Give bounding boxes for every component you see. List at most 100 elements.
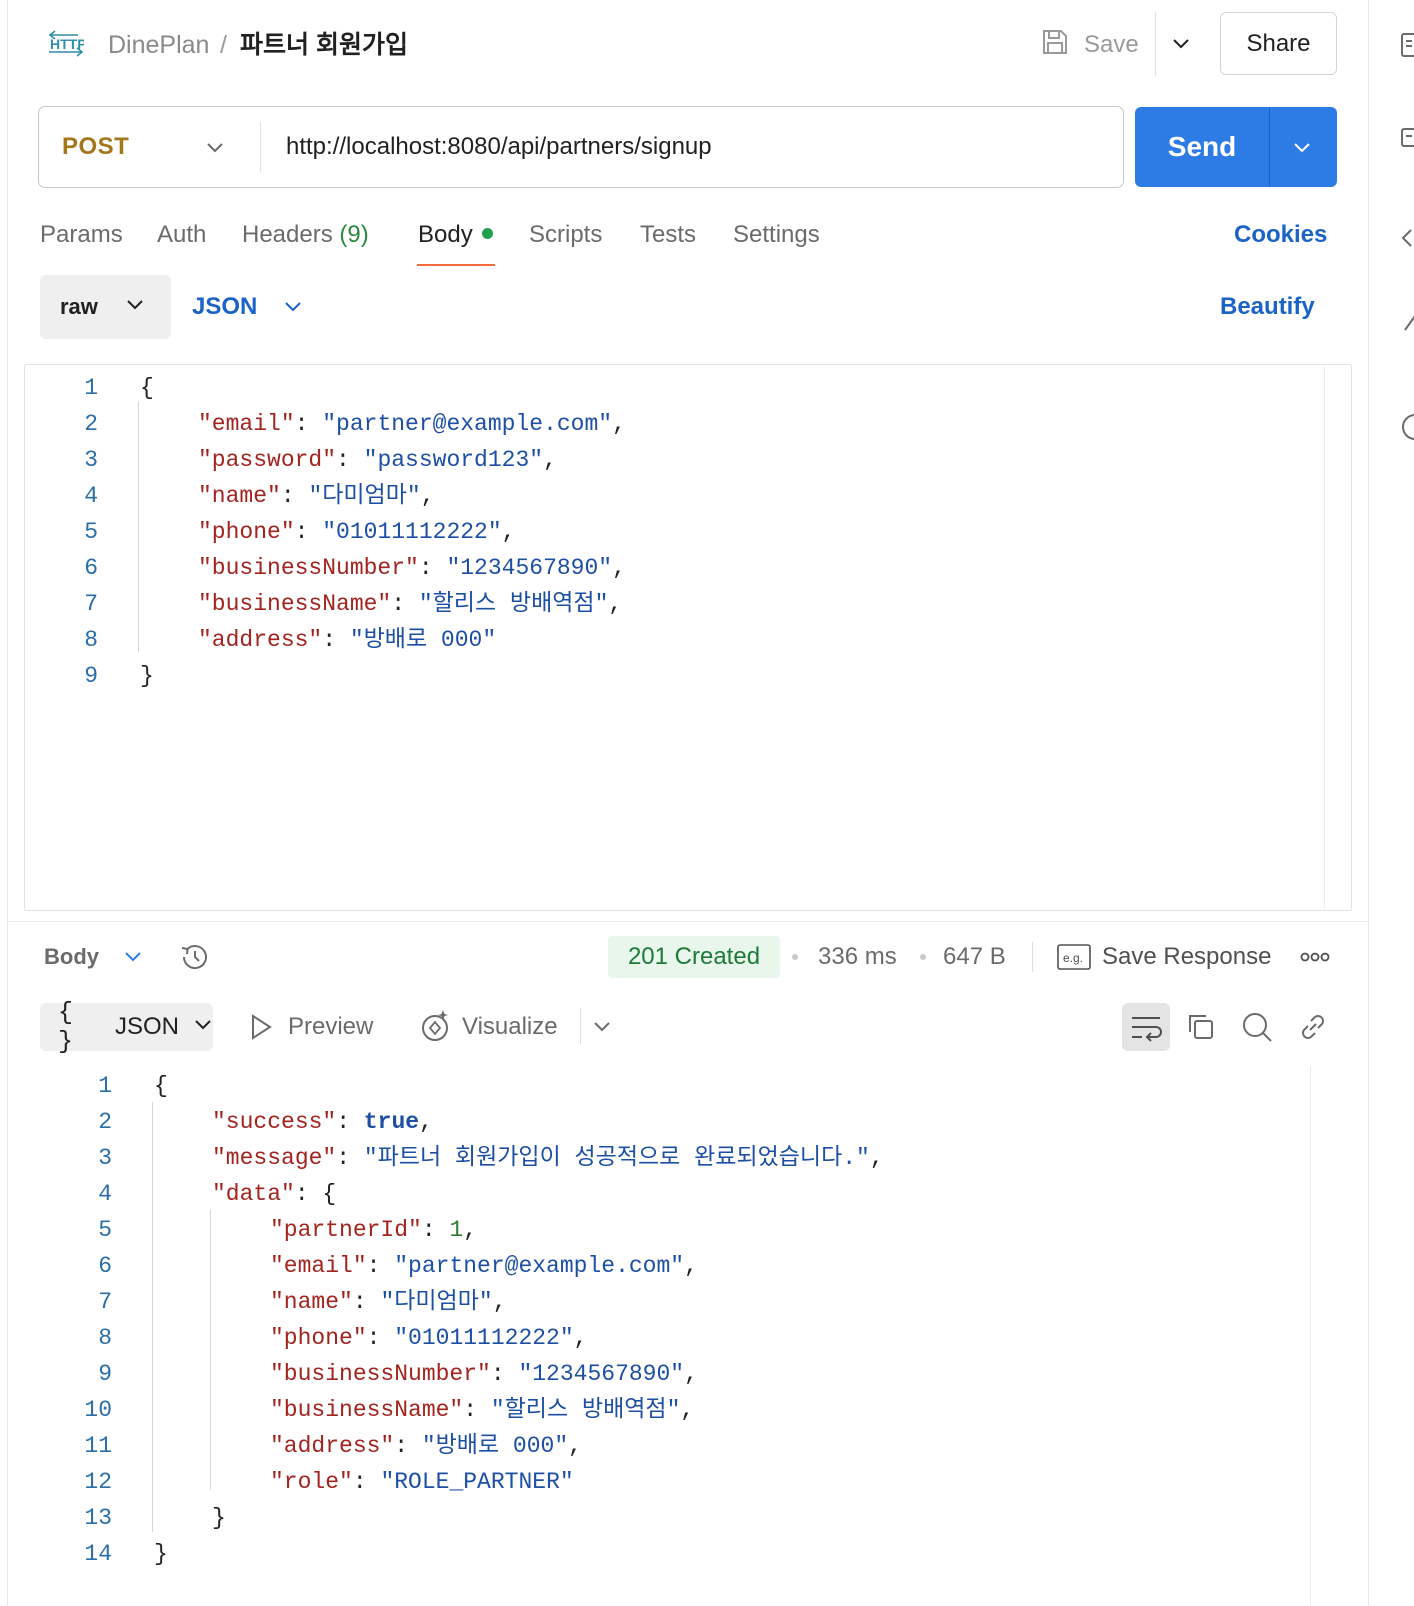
code-token: : (391, 591, 419, 617)
play-triangle-icon[interactable] (248, 1012, 274, 1047)
more-horizontal-icon[interactable] (1300, 947, 1330, 967)
code-token: "name" (198, 483, 281, 509)
related-icon[interactable] (1399, 310, 1414, 331)
code-line: "phone": "01011112222", (198, 514, 515, 550)
code-token: : { (294, 1181, 337, 1207)
code-token: "방배로 000" (349, 627, 497, 653)
send-button[interactable]: Send (1135, 107, 1269, 187)
method-select[interactable]: POST (62, 128, 129, 166)
tab-auth[interactable]: Auth (157, 218, 206, 252)
divider (1269, 107, 1270, 187)
line-number: 5 (98, 1217, 112, 1243)
breadcrumb-collection[interactable]: DinePlan (108, 28, 209, 62)
chevron-down-icon[interactable] (1168, 30, 1194, 56)
visualize-sparkle-icon[interactable] (418, 1008, 452, 1049)
scrollbar[interactable] (1310, 1066, 1311, 1606)
code-token: : (322, 627, 350, 653)
line-number: 9 (98, 1361, 112, 1387)
line-number: 9 (84, 663, 98, 689)
code-token: "partner@example.com" (322, 411, 613, 437)
code-token: , (684, 1361, 698, 1387)
visualize-button[interactable]: Visualize (462, 1010, 558, 1044)
tab-settings[interactable]: Settings (733, 218, 820, 252)
tab-tests[interactable]: Tests (640, 218, 696, 252)
line-number: 14 (84, 1541, 112, 1567)
code-line: "businessName": "할리스 방배역점", (270, 1392, 694, 1428)
response-body-select[interactable]: Body (44, 940, 99, 974)
code-token: , (419, 1109, 433, 1135)
code-token: , (608, 591, 623, 617)
chevron-down-icon (193, 1013, 213, 1041)
code-token: "ROLE_PARTNER" (380, 1469, 574, 1495)
chevron-down-icon[interactable] (122, 945, 144, 967)
wrap-lines-button[interactable] (1122, 1003, 1170, 1051)
save-response-button[interactable]: Save Response (1102, 940, 1271, 974)
line-number: 8 (84, 627, 98, 653)
code-line: "address": "방배로 000", (270, 1428, 582, 1464)
code-snippet-icon[interactable] (1399, 226, 1414, 247)
chevron-down-icon[interactable] (591, 1015, 613, 1042)
code-token: , (869, 1145, 884, 1171)
code-token: "businessName" (198, 591, 392, 617)
line-number: 2 (84, 411, 98, 437)
info-icon[interactable] (1399, 412, 1414, 440)
code-line: "businessName": "할리스 방배역점", (198, 586, 622, 622)
response-size[interactable]: 647 B (943, 940, 1006, 974)
chevron-down-icon[interactable] (282, 295, 304, 317)
search-icon[interactable] (1240, 1010, 1274, 1044)
active-tab-indicator (417, 264, 495, 266)
code-token: , (420, 483, 435, 509)
copy-icon[interactable] (1184, 1010, 1218, 1044)
preview-button[interactable]: Preview (288, 1010, 373, 1044)
code-line: { (154, 1068, 168, 1104)
request-title[interactable]: 파트너 회원가입 (240, 28, 408, 62)
link-icon[interactable] (1296, 1010, 1330, 1044)
line-number: 5 (84, 519, 98, 545)
comments-icon[interactable] (1399, 126, 1414, 147)
tab-body[interactable]: Body (418, 218, 493, 252)
code-token: : (352, 1289, 381, 1315)
body-language-select[interactable]: JSON (192, 290, 257, 324)
indent-guide (210, 1210, 211, 1490)
code-token: , (568, 1433, 582, 1459)
url-input[interactable]: http://localhost:8080/api/partners/signu… (286, 128, 712, 166)
save-button[interactable]: Save (1040, 22, 1139, 68)
code-line: "message": "파트너 회원가입이 성공적으로 완료되었습니다.", (212, 1140, 884, 1176)
indent-guide (152, 1102, 153, 1532)
left-sidebar-edge (0, 0, 8, 1606)
chevron-down-icon[interactable] (203, 135, 227, 159)
http-request-icon: HTTP (48, 28, 87, 62)
line-number: 11 (84, 1433, 112, 1459)
eg-example-icon[interactable]: e.g. (1057, 943, 1091, 971)
code-token: : (336, 1109, 364, 1135)
line-number: 12 (84, 1469, 112, 1495)
body-mode-select[interactable]: raw (40, 275, 171, 339)
code-token: 1 (449, 1217, 464, 1243)
cookies-link[interactable]: Cookies (1234, 218, 1327, 252)
documentation-icon[interactable] (1399, 32, 1414, 57)
scrollbar[interactable] (1324, 366, 1325, 909)
code-token: : (421, 1217, 450, 1243)
meta-dot (920, 954, 926, 960)
code-token: : (394, 1433, 422, 1459)
right-icon-rail (1369, 0, 1414, 1606)
code-line: "phone": "01011112222", (270, 1320, 587, 1356)
svg-text:e.g.: e.g. (1063, 951, 1083, 965)
tab-params[interactable]: Params (40, 218, 123, 252)
status-badge[interactable]: 201 Created (608, 936, 780, 978)
response-time[interactable]: 336 ms (818, 940, 897, 974)
beautify-link[interactable]: Beautify (1220, 290, 1315, 324)
indent-guide (138, 402, 139, 652)
share-button[interactable]: Share (1220, 12, 1337, 75)
tab-headers[interactable]: Headers (9) (242, 218, 369, 252)
code-token: { (154, 1073, 168, 1099)
history-clock-icon[interactable] (178, 940, 212, 974)
code-token: , (573, 1325, 588, 1351)
tab-scripts[interactable]: Scripts (529, 218, 602, 252)
code-token: : (463, 1397, 491, 1423)
code-token: "01011112222" (322, 519, 502, 545)
chevron-down-icon[interactable] (1290, 135, 1314, 159)
code-token: "01011112222" (394, 1325, 574, 1351)
response-view-select[interactable]: { } JSON (40, 998, 213, 1056)
tab-headers-count: (9) (339, 221, 369, 248)
